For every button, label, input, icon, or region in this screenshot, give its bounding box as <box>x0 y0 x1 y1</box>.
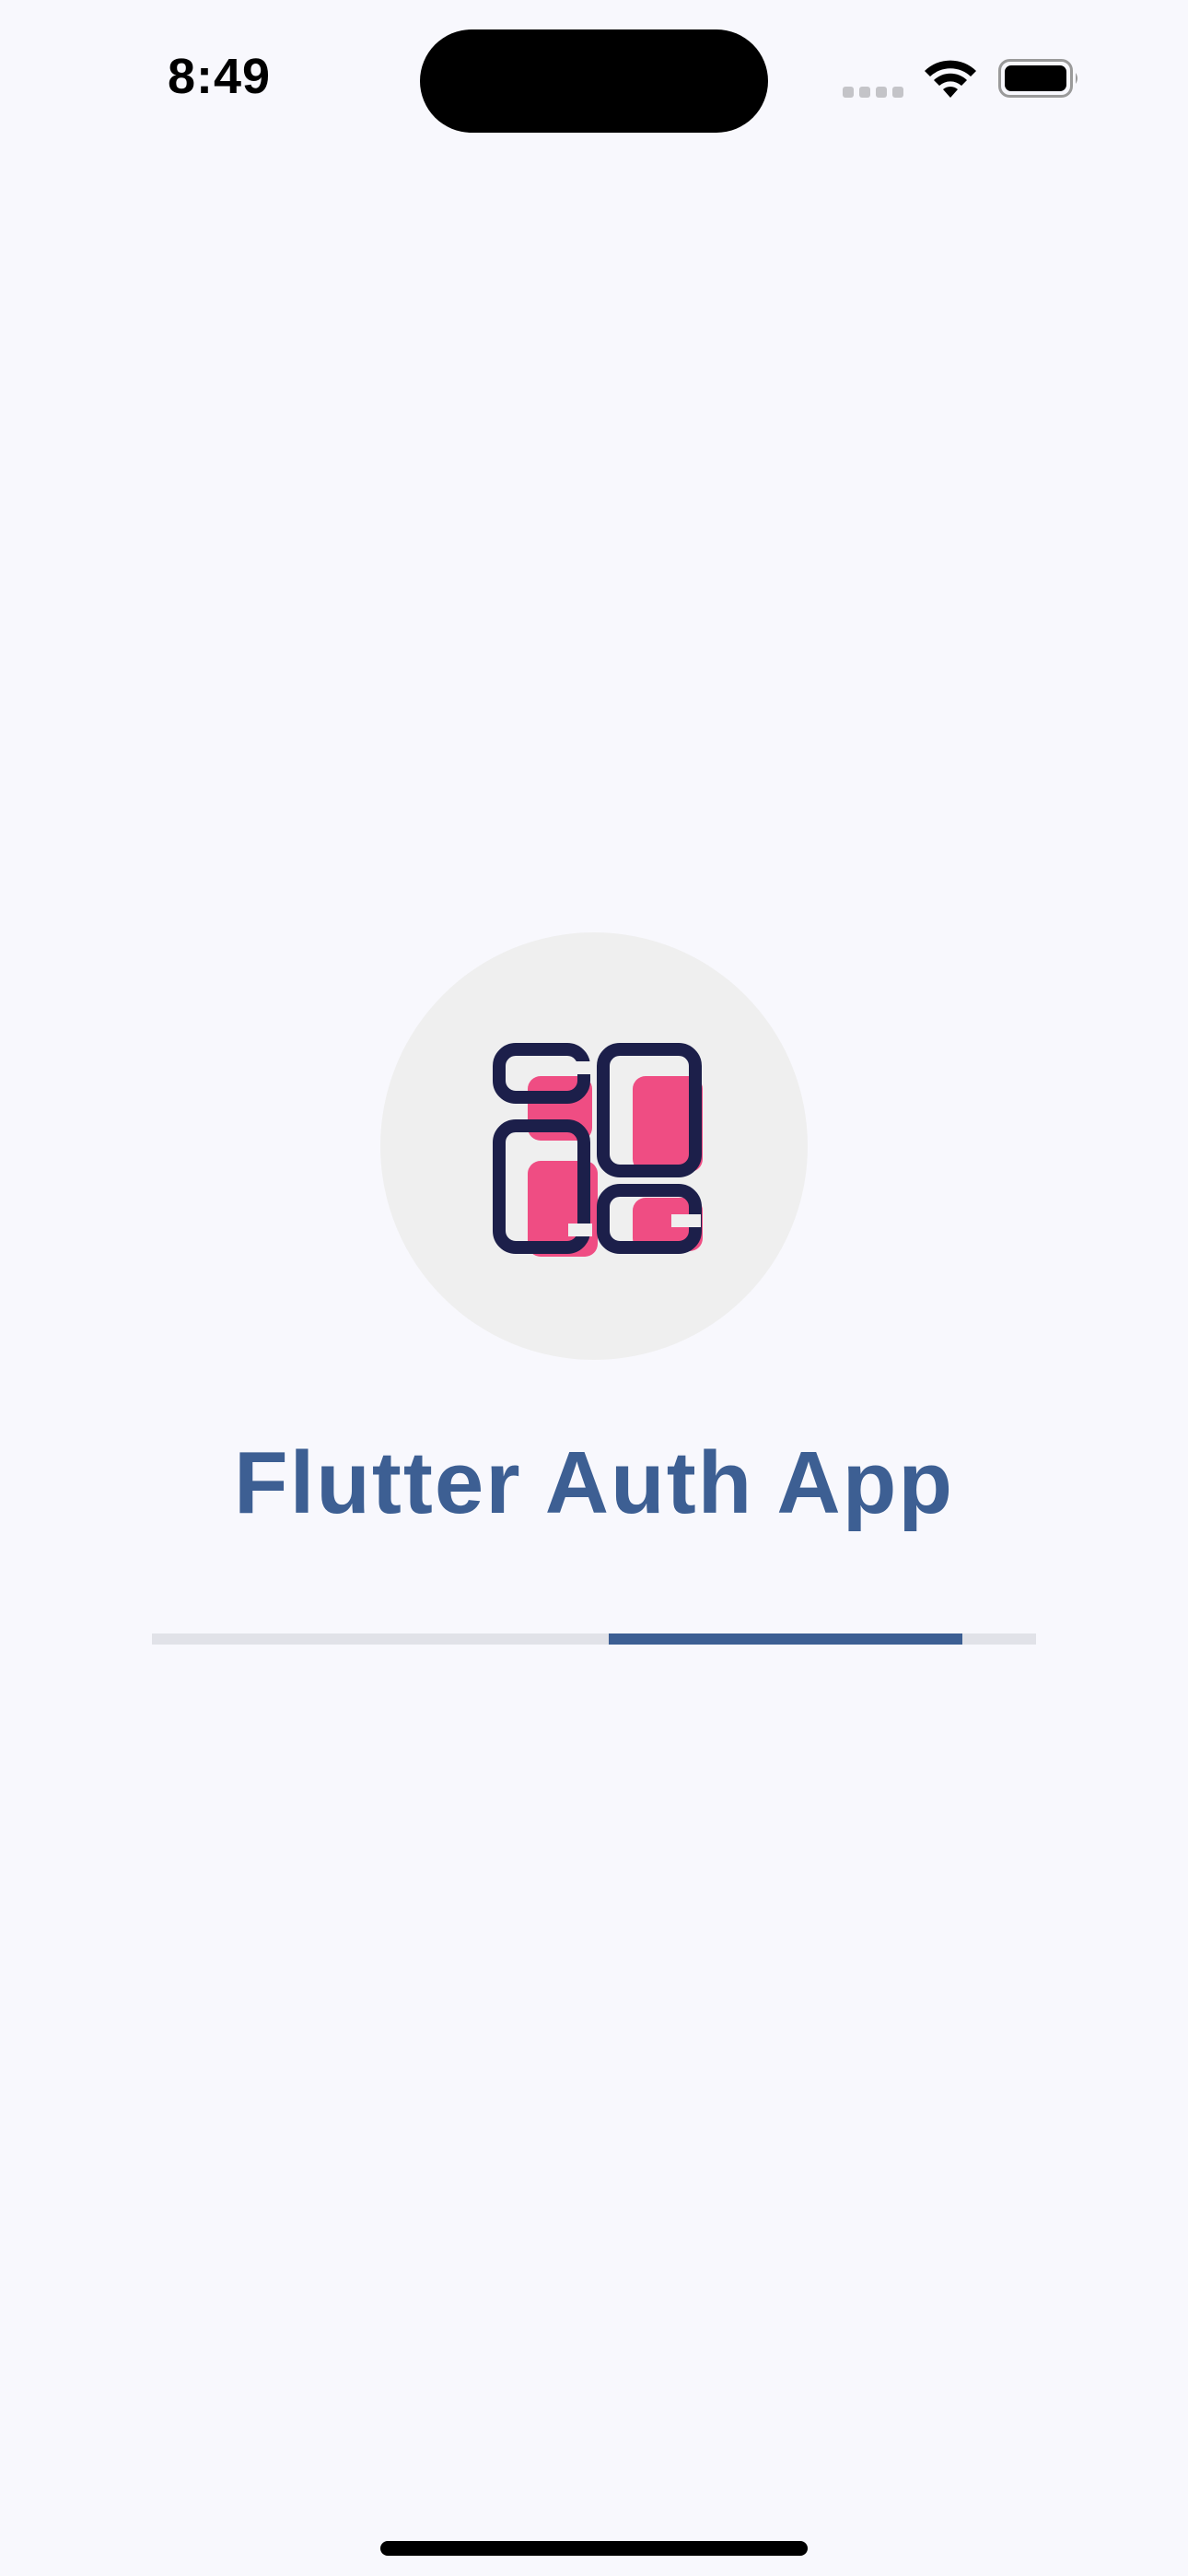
home-indicator[interactable] <box>380 2541 808 2556</box>
wifi-icon <box>925 60 976 98</box>
loading-progress-indicator <box>609 1633 963 1645</box>
app-logo-icon <box>493 1043 703 1257</box>
status-time: 8:49 <box>168 49 272 104</box>
splash-screen: 8:49 Flutter Auth App <box>0 0 1188 2576</box>
app-title: Flutter Auth App <box>233 1434 955 1532</box>
loading-progress-bar <box>152 1633 1036 1645</box>
cellular-signal-icon <box>843 87 903 98</box>
dynamic-island <box>420 29 768 133</box>
battery-icon <box>998 59 1077 98</box>
